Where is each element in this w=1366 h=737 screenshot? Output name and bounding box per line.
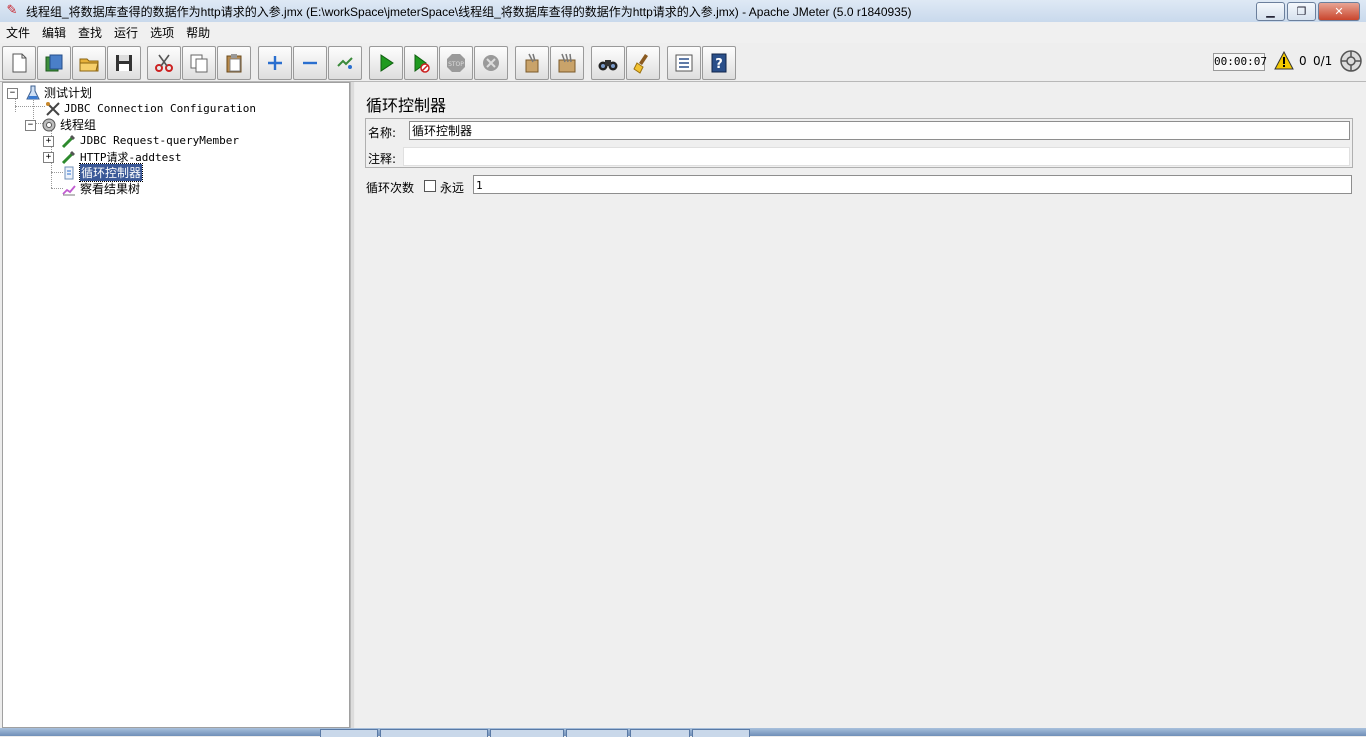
tree-node-jdbc-request[interactable]: + JDBC Request-queryMember [43, 133, 239, 148]
tree-node-test-plan[interactable]: − 测试计划 [7, 85, 92, 100]
tree-node-label: 察看结果树 [80, 182, 141, 196]
test-plan-tree: − 测试计划 JDBC Connection Configuration − 线… [2, 82, 350, 728]
panel-title: 循环控制器 [366, 96, 447, 115]
menu-run[interactable]: 运行 [108, 24, 144, 41]
window-controls: ▁ ❐ ✕ [1254, 2, 1360, 21]
toggle-icon[interactable] [328, 46, 362, 80]
menu-options[interactable]: 选项 [144, 24, 180, 41]
listener-chart-icon [62, 184, 76, 195]
tree-node-label: HTTP请求-addtest [80, 150, 182, 164]
tree-node-loop-controller[interactable]: 循环控制器 [61, 163, 144, 182]
loop-count-input[interactable]: 1 [473, 175, 1352, 194]
clear-all-icon[interactable] [550, 46, 584, 80]
tree-node-label: 测试计划 [44, 86, 93, 100]
elapsed-timer: 00:00:07 [1213, 53, 1267, 71]
jmeter-feather-icon: ✎ [6, 3, 18, 18]
menu-help[interactable]: 帮助 [180, 24, 216, 41]
loop-count-label: 循环次数 [366, 181, 415, 195]
reset-search-icon[interactable] [626, 46, 660, 80]
expand-icon[interactable] [258, 46, 292, 80]
tree-node-results-tree[interactable]: 察看结果树 [61, 181, 140, 196]
help-icon[interactable]: ? [702, 46, 736, 80]
tree-node-thread-group[interactable]: − 线程组 [25, 117, 96, 132]
stop-icon[interactable]: STOP [439, 46, 473, 80]
window-title: 线程组_将数据库查得的数据作为http请求的入参.jmx (E:\workSpa… [26, 5, 912, 19]
collapse-toggle-icon[interactable]: − [25, 120, 36, 131]
minimize-button[interactable]: ▁ [1256, 2, 1285, 21]
clear-icon[interactable] [515, 46, 549, 80]
templates-icon[interactable] [37, 46, 71, 80]
expand-toggle-icon[interactable]: + [43, 152, 54, 163]
warning-count: 0 [1299, 54, 1307, 68]
active-thread-count: 0/1 [1313, 54, 1333, 68]
cut-icon[interactable] [147, 46, 181, 80]
forever-checkbox[interactable] [424, 180, 436, 192]
toolbar: STOP ? [0, 43, 1366, 82]
start-icon[interactable] [369, 46, 403, 80]
tree-node-label: JDBC Connection Configuration [64, 102, 257, 115]
collapse-toggle-icon[interactable]: − [7, 88, 18, 99]
menu-bar: 文件 编辑 查找 运行 选项 帮助 [0, 22, 1366, 43]
paste-icon[interactable] [217, 46, 251, 80]
tree-node-label: 循环控制器 [78, 163, 144, 182]
search-icon[interactable] [591, 46, 625, 80]
maximize-button[interactable]: ❐ [1287, 2, 1316, 21]
save-icon[interactable] [107, 46, 141, 80]
svg-text:?: ? [715, 57, 723, 72]
warning-icon[interactable] [1274, 51, 1294, 71]
title-bar: ✎ 线程组_将数据库查得的数据作为http请求的入参.jmx (E:\workS… [0, 0, 1366, 23]
new-icon[interactable] [2, 46, 36, 80]
name-input[interactable]: 循环控制器 [409, 121, 1350, 140]
tree-node-http-request[interactable]: + HTTP请求-addtest [43, 149, 181, 164]
name-comment-group: 名称: 循环控制器 注释: [365, 118, 1353, 168]
thread-group-gear-icon [42, 118, 56, 131]
open-icon[interactable] [72, 46, 106, 80]
expand-toggle-icon[interactable]: + [43, 136, 54, 147]
loop-controller-icon [64, 166, 74, 179]
shutdown-icon[interactable] [474, 46, 508, 80]
menu-file[interactable]: 文件 [0, 24, 36, 41]
tree-node-jdbc-config[interactable]: JDBC Connection Configuration [45, 101, 256, 116]
function-helper-icon[interactable] [667, 46, 701, 80]
sampler-pipette-icon [61, 134, 75, 148]
forever-label: 永远 [440, 181, 465, 195]
start-no-pause-icon[interactable] [404, 46, 438, 80]
comment-label: 注释: [368, 152, 397, 166]
name-label: 名称: [368, 126, 397, 140]
tree-node-label: 线程组 [60, 118, 97, 132]
close-button[interactable]: ✕ [1318, 2, 1360, 21]
svg-text:STOP: STOP [448, 61, 464, 68]
copy-icon[interactable] [182, 46, 216, 80]
config-element-icon [46, 101, 60, 116]
element-editor-panel: 循环控制器 名称: 循环控制器 注释: 循环次数 永远 1 [355, 82, 1366, 728]
running-status-icon [1340, 50, 1362, 72]
menu-search[interactable]: 查找 [72, 24, 108, 41]
tree-node-label: JDBC Request-queryMember [80, 134, 239, 147]
collapse-icon[interactable] [293, 46, 327, 80]
sampler-pipette-icon [61, 150, 75, 164]
comment-input[interactable] [403, 147, 1350, 166]
menu-edit[interactable]: 编辑 [36, 24, 72, 41]
test-plan-icon [26, 85, 40, 99]
split-pane-divider[interactable] [350, 82, 354, 728]
